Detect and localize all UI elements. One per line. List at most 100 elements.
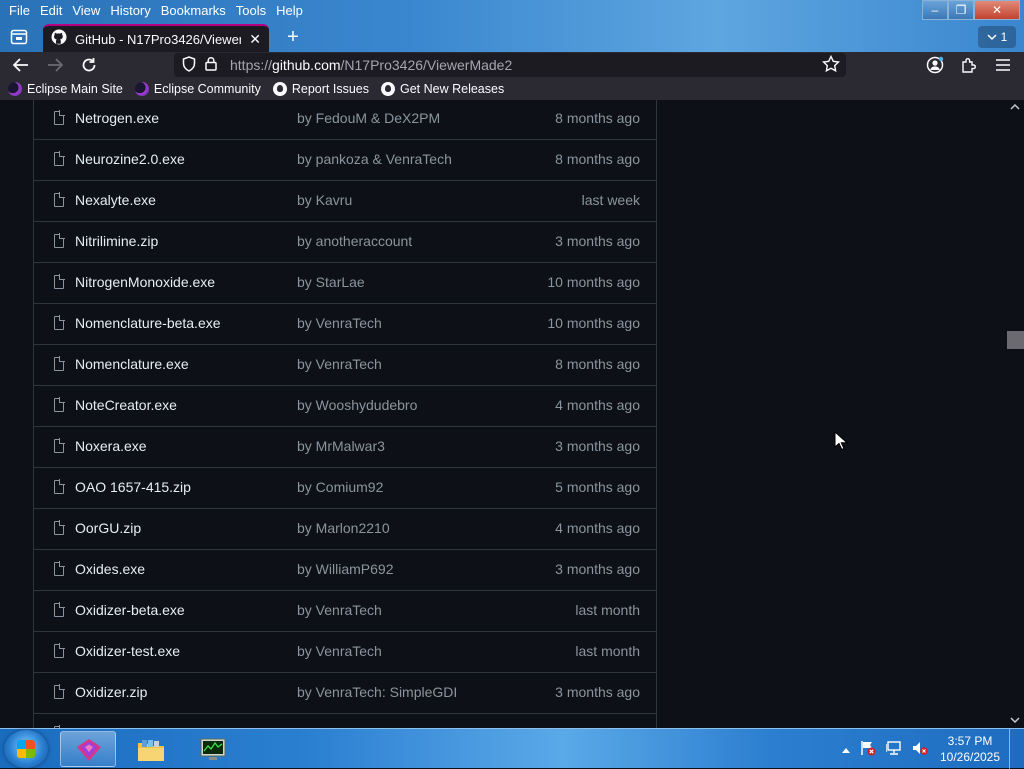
- eclipse-icon: [134, 82, 149, 96]
- back-button[interactable]: [10, 55, 32, 75]
- github-icon: [272, 82, 287, 96]
- show-hidden-icons-icon[interactable]: [842, 742, 850, 756]
- file-name[interactable]: Nomenclature.exe: [75, 356, 189, 372]
- file-row[interactable]: Nomenclature.exe by VenraTech 8 months ago: [34, 344, 656, 385]
- minimize-button[interactable]: –: [922, 0, 948, 20]
- tab-title: GitHub - N17Pro3426/ViewerMade2: [75, 31, 242, 47]
- system-clock[interactable]: 3:57 PM 10/26/2025: [938, 733, 1002, 765]
- file-name[interactable]: OorGU.zip: [75, 520, 141, 536]
- menu-file[interactable]: File: [4, 2, 35, 20]
- scroll-down-arrow-icon[interactable]: [1010, 715, 1020, 726]
- action-center-flag-icon[interactable]: [860, 740, 876, 759]
- bookmark-report-issues[interactable]: Report Issues: [272, 82, 369, 96]
- file-time: 8 months ago: [555, 110, 640, 126]
- taskbar-explorer-button[interactable]: [122, 731, 178, 767]
- browser-app-icon: [77, 739, 101, 761]
- forward-button[interactable]: [44, 55, 66, 75]
- file-author: by WilliamP692: [297, 561, 394, 577]
- file-row[interactable]: OorGU.zip by Marlon2210 4 months ago: [34, 508, 656, 549]
- file-name[interactable]: NoteCreator.exe: [75, 397, 177, 413]
- file-row[interactable]: Oxidizer.zip by VenraTech: SimpleGDI 3 mon…: [34, 672, 656, 713]
- start-button[interactable]: [4, 730, 48, 768]
- file-row[interactable]: Nitrilimine.zip by anotheraccount 3 months…: [34, 221, 656, 262]
- file-name[interactable]: Nomenclature-beta.exe: [75, 315, 221, 331]
- file-row[interactable]: [34, 713, 656, 728]
- file-author: by Marlon2210: [297, 520, 390, 536]
- tab-close-button[interactable]: ✕: [249, 31, 261, 48]
- file-icon: [54, 397, 65, 412]
- file-time: 8 months ago: [555, 151, 640, 167]
- bookmark-get-new-releases[interactable]: Get New Releases: [380, 82, 505, 96]
- file-name[interactable]: Nexalyte.exe: [75, 192, 156, 208]
- file-name[interactable]: Netrogen.exe: [75, 110, 159, 126]
- menu-edit[interactable]: Edit: [35, 2, 67, 20]
- file-name[interactable]: OAO 1657-415.zip: [75, 479, 191, 495]
- clock-time: 3:57 PM: [947, 734, 993, 748]
- taskbar: 3:57 PM 10/26/2025: [0, 728, 1024, 769]
- tab-count-button[interactable]: 1: [978, 26, 1016, 48]
- taskbar-task-manager-button[interactable]: [184, 731, 240, 767]
- file-row[interactable]: OAO 1657-415.zip by Comium92 5 months ago: [34, 467, 656, 508]
- tab-list-icon[interactable]: [6, 26, 32, 48]
- file-row[interactable]: Oxidizer-beta.exe by VenraTech last month: [34, 590, 656, 631]
- tab-github[interactable]: GitHub - N17Pro3426/ViewerMade2 ✕: [43, 24, 269, 52]
- tab-bar: GitHub - N17Pro3426/ViewerMade2 ✕ + 1: [0, 22, 1024, 52]
- file-author: by VenraTech: [297, 315, 382, 331]
- file-icon: [54, 315, 65, 330]
- window-controls: – ❐ ✕: [922, 0, 1020, 20]
- network-icon[interactable]: [885, 740, 902, 759]
- app-menu-button[interactable]: [992, 55, 1014, 75]
- bookmark-eclipse-community[interactable]: Eclipse Community: [134, 82, 261, 96]
- file-icon: [54, 110, 65, 125]
- bookmark-label: Get New Releases: [399, 82, 505, 96]
- file-author: by anotheraccount: [297, 233, 413, 249]
- scroll-up-arrow-icon[interactable]: [1010, 102, 1020, 113]
- back-arrow-icon: [13, 58, 28, 72]
- menu-view[interactable]: View: [67, 2, 105, 20]
- file-row[interactable]: Noxera.exe by MrMalwar3 3 months ago: [34, 426, 656, 467]
- scrollbar-thumb[interactable]: [1007, 331, 1024, 349]
- account-button[interactable]: [924, 55, 946, 75]
- file-name[interactable]: Oxidizer.zip: [75, 684, 147, 700]
- file-icon: [54, 643, 65, 658]
- bookmark-eclipse-main-site[interactable]: Eclipse Main Site: [8, 82, 123, 96]
- reload-button[interactable]: [78, 55, 100, 75]
- file-row[interactable]: Nexalyte.exe by Kavru last week: [34, 180, 656, 221]
- file-icon: [54, 561, 65, 576]
- file-name[interactable]: Noxera.exe: [75, 438, 147, 454]
- file-row[interactable]: Netrogen.exe by FedouM & DeX2PM 8 months a…: [34, 100, 656, 139]
- file-name[interactable]: Oxides.exe: [75, 561, 145, 577]
- menu-tools[interactable]: Tools: [231, 2, 271, 20]
- url-host: github.com: [272, 57, 341, 73]
- file-row[interactable]: Neurozine2.0.exe by pankoza & VenraTech 8 …: [34, 139, 656, 180]
- lock-icon[interactable]: [202, 56, 220, 74]
- taskbar-browser-button[interactable]: [60, 731, 116, 767]
- file-name[interactable]: Oxidizer-beta.exe: [75, 602, 185, 618]
- show-desktop-button[interactable]: [1009, 729, 1024, 769]
- new-tab-button[interactable]: +: [282, 26, 304, 48]
- url-text[interactable]: https://github.com/N17Pro3426/ViewerMade…: [230, 57, 512, 73]
- file-name[interactable]: NitrogenMonoxide.exe: [75, 274, 215, 290]
- file-name[interactable]: Neurozine2.0.exe: [75, 151, 185, 167]
- restore-button[interactable]: ❐: [948, 0, 974, 20]
- file-row[interactable]: Oxidizer-test.exe by VenraTech last month: [34, 631, 656, 672]
- file-name[interactable]: Oxidizer-test.exe: [75, 643, 180, 659]
- bookmark-star-icon[interactable]: [821, 54, 841, 78]
- file-time: 3 months ago: [555, 684, 640, 700]
- file-row[interactable]: NitrogenMonoxide.exe by StarLae 10 months …: [34, 262, 656, 303]
- extensions-button[interactable]: [958, 55, 980, 75]
- vertical-scrollbar[interactable]: [1006, 100, 1024, 728]
- menu-help[interactable]: Help: [271, 2, 308, 20]
- bookmarks-toolbar: Eclipse Main Site Eclipse Community Repo…: [0, 78, 1024, 100]
- menu-history[interactable]: History: [105, 2, 155, 20]
- file-row[interactable]: Nomenclature-beta.exe by VenraTech 10 mont…: [34, 303, 656, 344]
- url-bar[interactable]: https://github.com/N17Pro3426/ViewerMade…: [174, 53, 846, 77]
- file-name[interactable]: Nitrilimine.zip: [75, 233, 158, 249]
- url-path: /N17Pro3426/ViewerMade2: [340, 57, 513, 73]
- file-row[interactable]: Oxides.exe by WilliamP692 3 months ago: [34, 549, 656, 590]
- volume-muted-icon[interactable]: [912, 740, 928, 759]
- shield-icon[interactable]: [180, 55, 198, 75]
- close-window-button[interactable]: ✕: [974, 0, 1020, 20]
- menu-bookmarks[interactable]: Bookmarks: [156, 2, 231, 20]
- file-row[interactable]: NoteCreator.exe by Wooshydudebro 4 months …: [34, 385, 656, 426]
